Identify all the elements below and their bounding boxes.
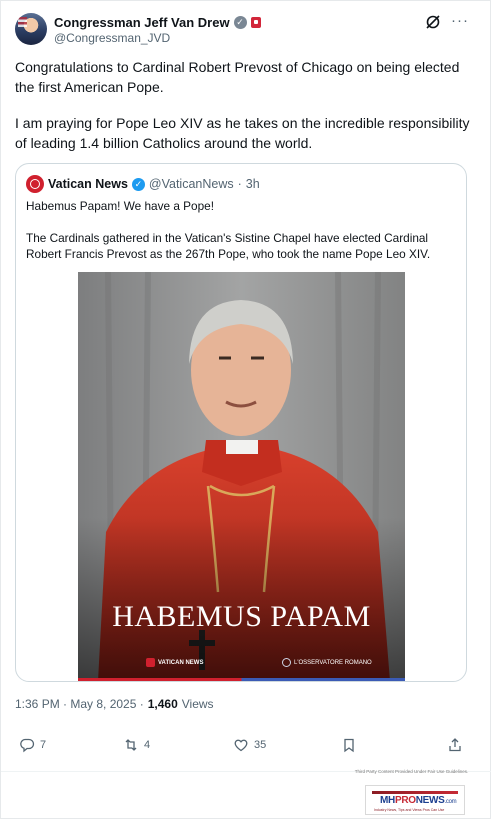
grok-icon[interactable]	[425, 14, 441, 30]
bookmark-button[interactable]	[341, 737, 357, 753]
post-page: Congressman Jeff Van Drew ✓ @Congressman…	[0, 0, 491, 819]
post-header: Congressman Jeff Van Drew ✓ @Congressman…	[15, 13, 477, 47]
verified-gray-icon: ✓	[233, 15, 247, 29]
quoted-post-card[interactable]: Vatican News ✓ @VaticanNews · 3h Habemus…	[15, 163, 467, 682]
share-button[interactable]	[447, 737, 463, 753]
like-button[interactable]: 35	[233, 737, 266, 753]
reply-button[interactable]: 7	[19, 737, 46, 753]
quoted-author-avatar[interactable]	[26, 175, 44, 193]
repost-button[interactable]: 4	[123, 737, 150, 753]
share-icon	[449, 738, 461, 752]
quoted-post-image[interactable]: HABEMUS PAPAM VATICAN NEWS L'OSSERVATORE…	[78, 272, 405, 681]
views-count: 1,460	[147, 697, 178, 711]
mhpronews-logo: MHPRONEWS.com Industry News, Tips and Vi…	[365, 785, 465, 815]
like-count: 35	[254, 739, 267, 751]
logo-tagline: Industry News, Tips and Views Pros Can U…	[374, 808, 445, 812]
osservatore-romano-logo: L'OSSERVATORE ROMANO	[282, 658, 372, 667]
reply-icon	[20, 738, 35, 753]
post-paragraph: Congratulations to Cardinal Robert Prevo…	[15, 59, 460, 95]
repost-count: 4	[144, 739, 151, 751]
vatican-news-logo: VATICAN NEWS	[146, 658, 203, 667]
post-paragraph: I am praying for Pope Leo XIV as he take…	[15, 115, 470, 151]
quoted-author-display-name[interactable]: Vatican News	[48, 177, 128, 191]
quoted-paragraph: Habemus Papam! We have a Pope!	[26, 199, 214, 213]
separator-dot: ·	[237, 177, 242, 191]
logo-accent-line	[372, 791, 458, 794]
osservatore-romano-logo-text: L'OSSERVATORE ROMANO	[294, 659, 372, 666]
heart-icon	[234, 739, 248, 752]
quoted-post-text: Habemus Papam! We have a Pope! The Cardi…	[26, 198, 458, 262]
brand-part-news: NEWS	[415, 795, 445, 806]
post-timestamp[interactable]: 1:36 PM · May 8, 2025 ·	[15, 697, 144, 711]
author-name-line: Congressman Jeff Van Drew ✓	[54, 14, 261, 30]
quoted-post-header: Vatican News ✓ @VaticanNews · 3h	[26, 174, 260, 194]
vatican-news-logo-text: VATICAN NEWS	[158, 659, 204, 666]
author-display-name[interactable]: Congressman Jeff Van Drew	[54, 15, 230, 30]
post-text: Congratulations to Cardinal Robert Prevo…	[15, 57, 477, 153]
mhpronews-watermark: Third Party Content Provided Under Fair …	[351, 769, 472, 819]
author-handle[interactable]: @Congressman_JVD	[54, 31, 170, 45]
author-avatar[interactable]	[15, 13, 47, 45]
verified-blue-icon: ✓	[131, 177, 145, 191]
post-action-bar: 7 4 35	[15, 731, 477, 759]
post-metadata: 1:36 PM · May 8, 2025 · 1,460 Views	[15, 697, 214, 711]
bookmark-icon	[344, 738, 354, 753]
image-bottom-stripe	[78, 678, 405, 681]
osservatore-romano-logo-icon	[282, 658, 291, 667]
logo-brand-text: MHPRONEWS.com	[380, 795, 457, 806]
repost-icon	[125, 739, 137, 751]
more-options-icon[interactable]: ···	[451, 13, 469, 29]
brand-part-pro: PRO	[394, 795, 416, 806]
views-label: Views	[181, 697, 214, 711]
affiliation-badge-icon[interactable]	[250, 16, 261, 28]
fair-use-note: Third Party Content Provided Under Fair …	[354, 769, 469, 774]
image-caption: HABEMUS PAPAM	[112, 600, 371, 633]
quoted-author-handle[interactable]: @VaticanNews	[149, 177, 234, 191]
quoted-paragraph: The Cardinals gathered in the Vatican's …	[26, 231, 431, 261]
brand-part-mh: MH	[380, 795, 395, 806]
vatican-news-logo-icon	[146, 658, 155, 667]
quoted-post-time[interactable]: 3h	[246, 177, 260, 191]
brand-suffix: .com	[444, 799, 457, 805]
reply-count: 7	[40, 739, 47, 751]
